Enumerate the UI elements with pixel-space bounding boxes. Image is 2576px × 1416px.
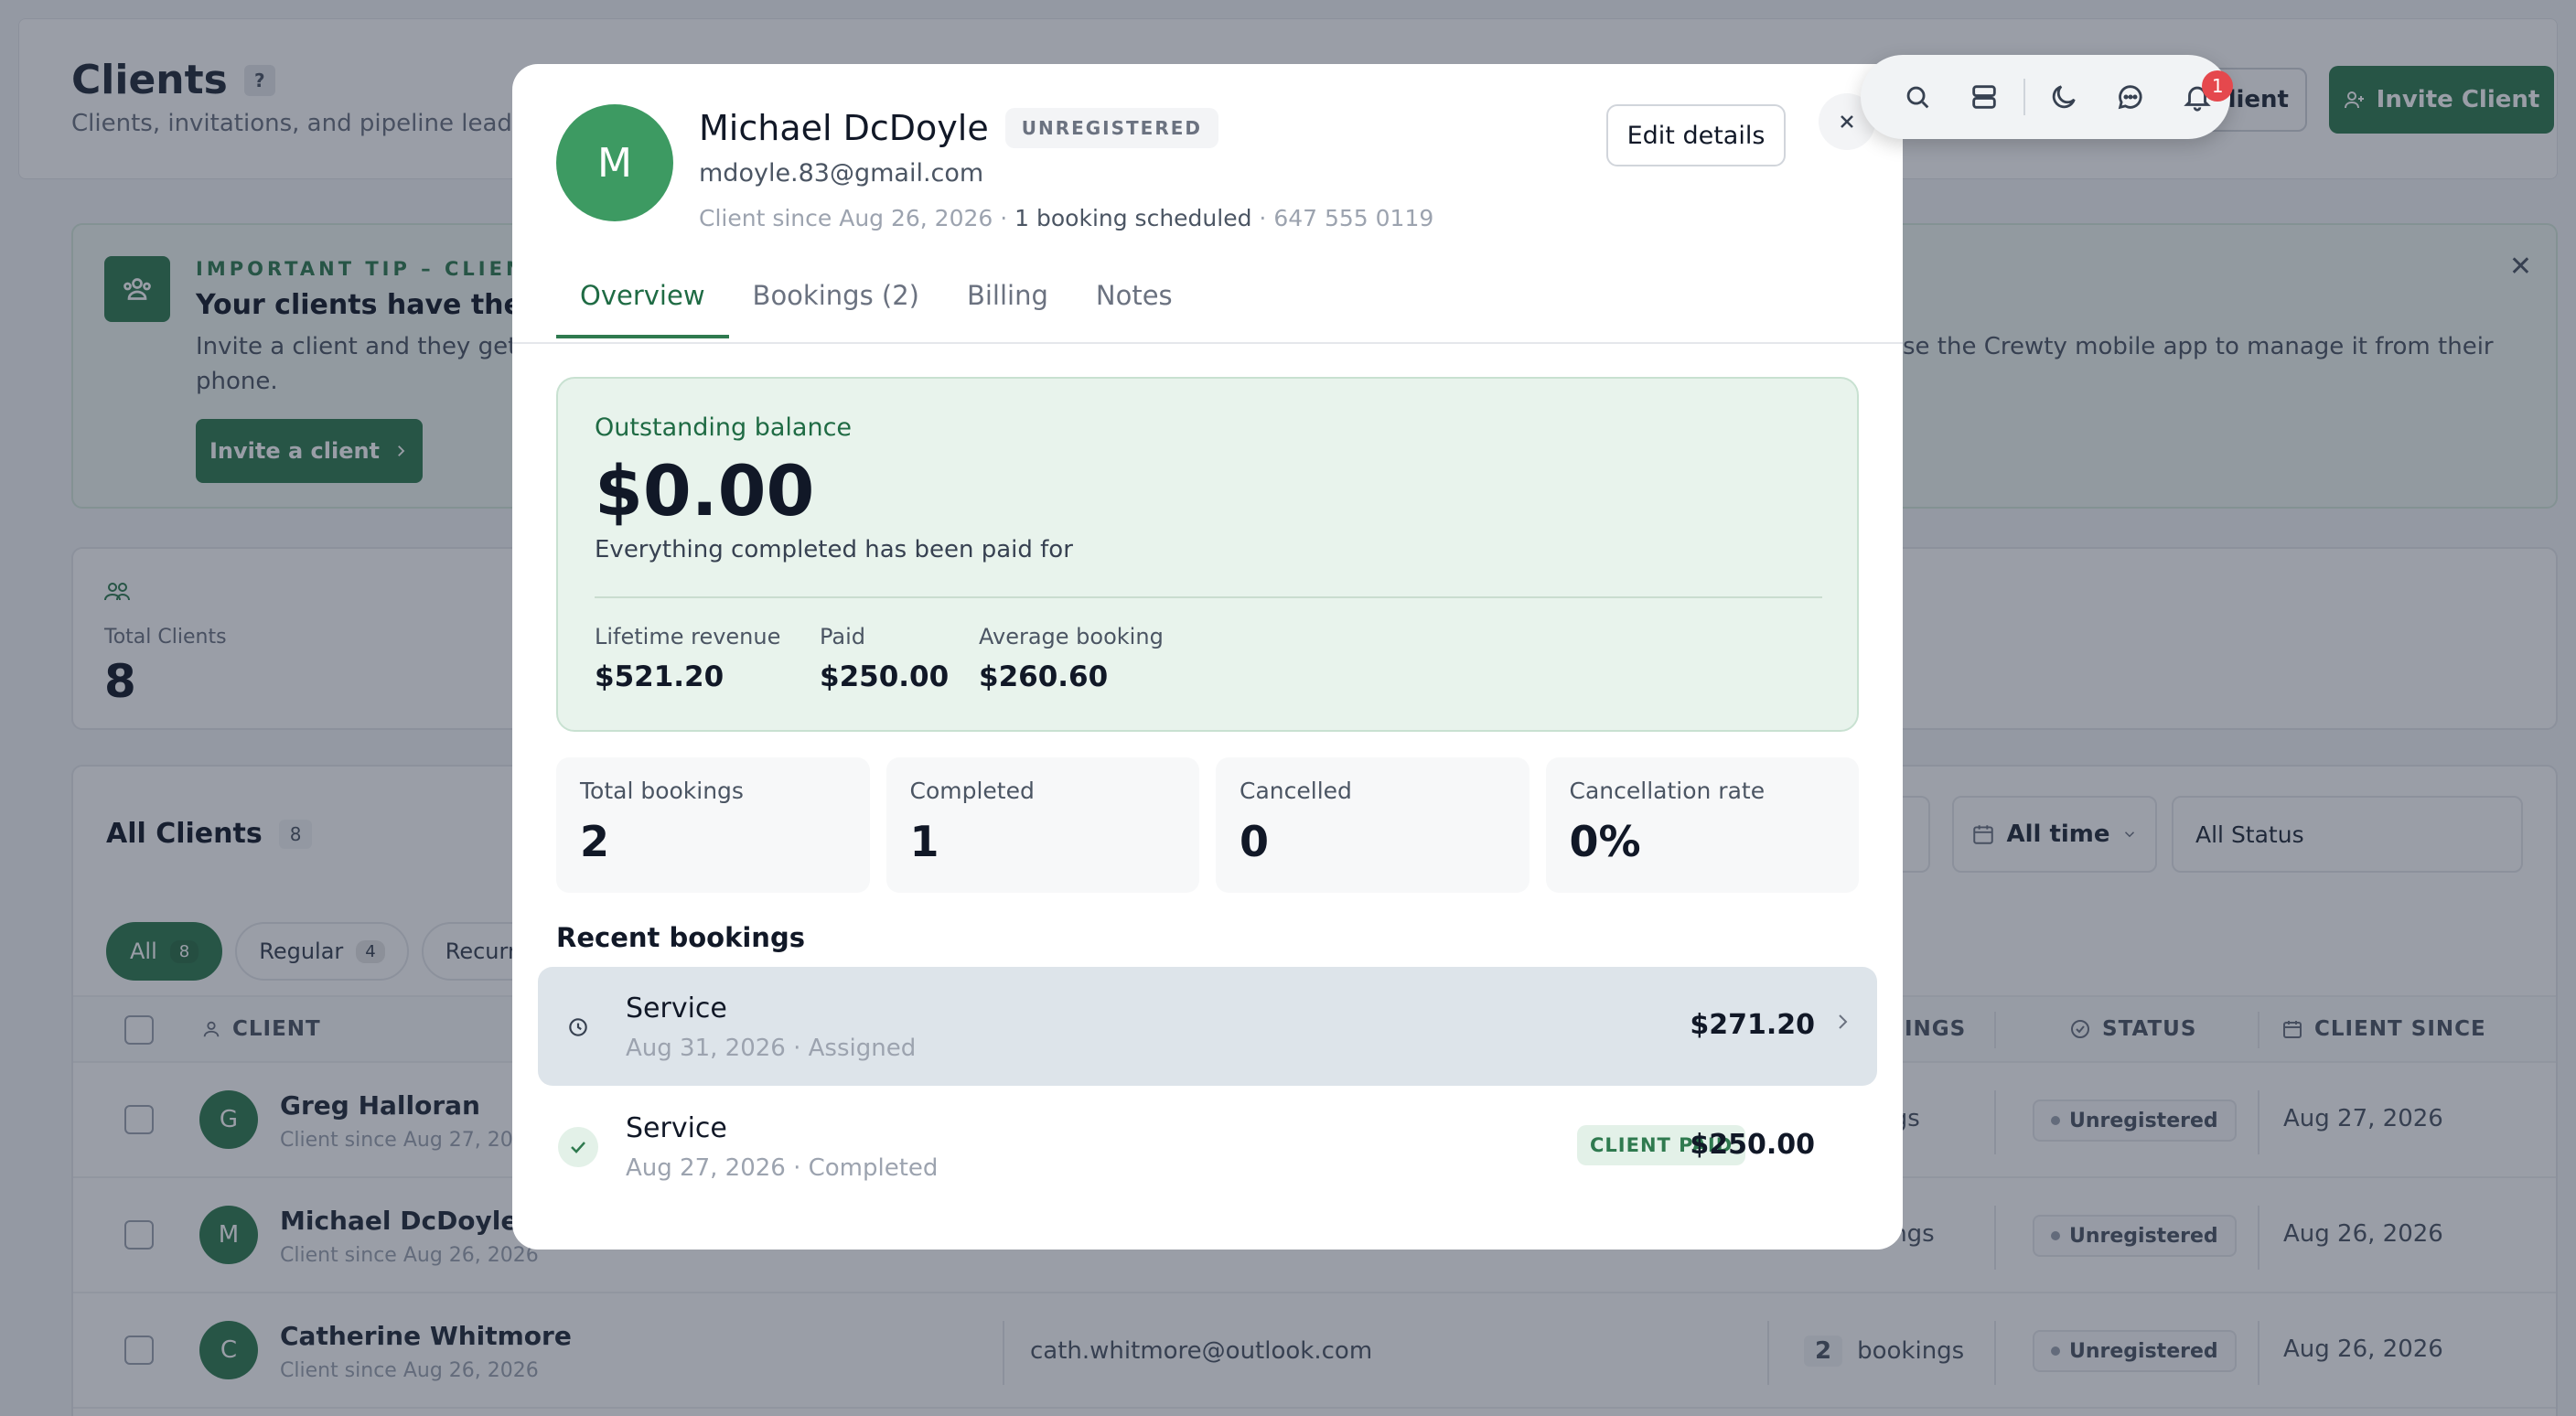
toolbar-divider	[2023, 79, 2025, 115]
booking-subtitle: Aug 27, 2026 · Completed	[626, 1154, 939, 1182]
booking-item[interactable]: Service Aug 31, 2026 · Assigned $271.20	[538, 967, 1877, 1086]
booking-subtitle: Aug 31, 2026 · Assigned	[626, 1035, 917, 1062]
moon-icon[interactable]	[2031, 63, 2098, 131]
modal-tabs: Overview Bookings (2) Billing Notes	[556, 276, 1197, 338]
balance-value: $0.00	[595, 450, 815, 531]
client-email: mdoyle.83@gmail.com	[699, 159, 984, 188]
divider	[595, 596, 1822, 598]
client-meta: Client since Aug 26, 2026 · 1 booking sc…	[699, 205, 1434, 231]
client-detail-modal: M Michael DcDoyle UNREGISTERED mdoyle.83…	[512, 64, 1903, 1250]
cancelled-stat: Cancelled 0	[1216, 757, 1530, 893]
tab-notes[interactable]: Notes	[1072, 276, 1197, 338]
total-bookings-stat: Total bookings 2	[556, 757, 870, 893]
layers-icon[interactable]	[1951, 63, 2018, 131]
paid-amount: Paid $250.00	[820, 624, 950, 693]
floating-toolbar: 1	[1861, 55, 2234, 139]
booking-title: Service	[626, 1112, 727, 1144]
edit-details-button[interactable]: Edit details	[1606, 104, 1786, 166]
tab-overview[interactable]: Overview	[556, 276, 729, 338]
search-icon[interactable]	[1884, 63, 1951, 131]
scheduled-count: 1 booking scheduled	[1014, 205, 1252, 231]
avatar: M	[556, 104, 673, 221]
balance-note: Everything completed has been paid for	[595, 536, 1073, 563]
booking-stats: Total bookings 2 Completed 1 Cancelled 0 Ca…	[556, 757, 1859, 893]
booking-amount: $271.20	[1690, 1009, 1815, 1041]
bell-icon[interactable]: 1	[2163, 63, 2234, 131]
client-phone: · 647 555 0119	[1259, 205, 1434, 231]
completed-stat: Completed 1	[886, 757, 1199, 893]
tabs-divider	[512, 342, 1903, 344]
chat-icon[interactable]	[2097, 63, 2163, 131]
client-name: Michael DcDoyle UNREGISTERED	[699, 108, 1218, 148]
booking-item[interactable]: Service Aug 27, 2026 · Completed CLIENT …	[538, 1087, 1877, 1206]
lifetime-revenue: Lifetime revenue $521.20	[595, 624, 781, 693]
check-icon	[558, 1127, 598, 1167]
chevron-right-icon	[1831, 1011, 1853, 1036]
booking-amount: $250.00	[1690, 1129, 1815, 1161]
tab-bookings[interactable]: Bookings (2)	[729, 276, 943, 338]
booking-title: Service	[626, 992, 727, 1024]
cancellation-rate-stat: Cancellation rate 0%	[1545, 757, 1859, 893]
balance-label: Outstanding balance	[595, 413, 853, 442]
notification-count-badge: 1	[2202, 70, 2234, 102]
status-badge: UNREGISTERED	[1004, 108, 1218, 148]
balance-card: Outstanding balance $0.00 Everything com…	[556, 377, 1859, 732]
clock-icon	[558, 1007, 598, 1047]
tab-billing[interactable]: Billing	[943, 276, 1072, 338]
average-booking: Average booking $260.60	[979, 624, 1164, 693]
recent-bookings-title: Recent bookings	[556, 922, 805, 953]
